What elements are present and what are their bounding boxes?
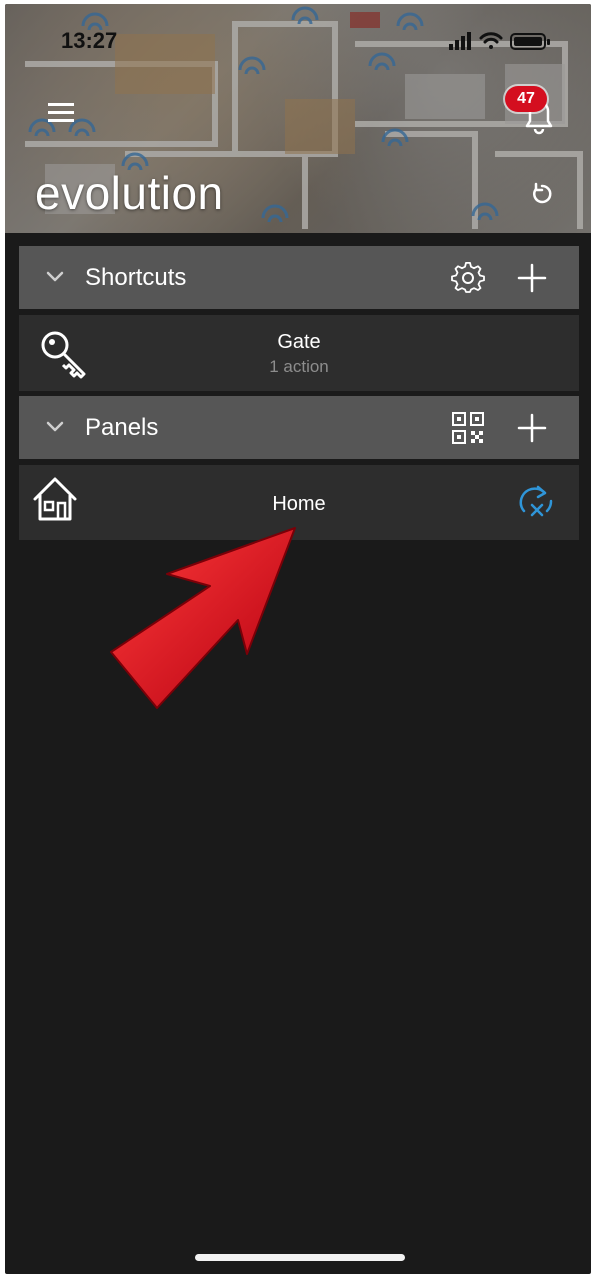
shortcut-subtitle: 1 action	[269, 357, 329, 376]
battery-icon	[510, 33, 550, 50]
signal-icon	[449, 32, 471, 50]
menu-icon[interactable]	[47, 100, 75, 124]
chevron-down-icon[interactable]	[45, 266, 65, 286]
refresh-icon[interactable]	[527, 180, 555, 208]
annotation-arrow	[110, 527, 296, 709]
plus-icon[interactable]	[515, 411, 549, 445]
app-header: 13:27 47 evolution	[5, 4, 591, 233]
status-indicators	[449, 32, 550, 50]
status-time: 13:27	[61, 28, 118, 53]
shortcut-item-gate[interactable]: Gate 1 action	[19, 315, 579, 391]
panels-section-header[interactable]: Panels	[19, 396, 579, 459]
wifi-icon	[479, 32, 503, 49]
chevron-down-icon[interactable]	[45, 416, 65, 436]
home-indicator[interactable]	[195, 1254, 405, 1261]
panel-name: Home	[272, 493, 326, 515]
shortcuts-section-header[interactable]: Shortcuts	[19, 246, 579, 309]
sync-disconnected-icon[interactable]	[513, 483, 559, 523]
shortcuts-label: Shortcuts	[85, 264, 187, 291]
gear-icon[interactable]	[451, 261, 485, 295]
notification-badge: 47	[505, 86, 547, 112]
shortcut-name: Gate	[277, 331, 321, 353]
app-screen: 13:27 47 evolution Shortcuts Gate 1 acti…	[5, 4, 591, 1274]
panels-label: Panels	[85, 414, 159, 441]
plus-icon[interactable]	[515, 261, 549, 295]
qr-code-icon[interactable]	[451, 411, 485, 445]
app-title: evolution	[35, 167, 224, 219]
